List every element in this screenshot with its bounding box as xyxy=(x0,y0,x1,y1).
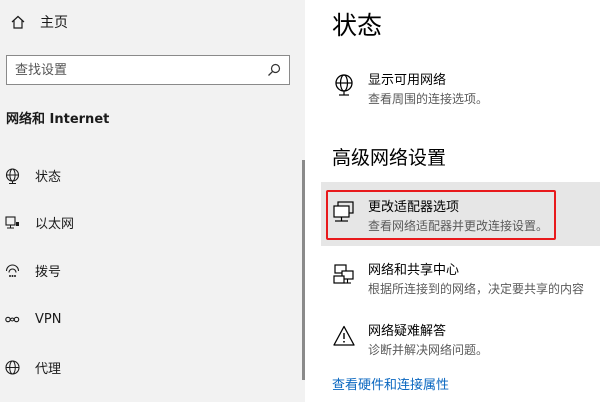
ethernet-icon xyxy=(5,215,19,228)
search-input[interactable] xyxy=(7,61,267,79)
home-label: 主页 xyxy=(40,15,68,31)
sidebar-item-status[interactable]: 状态 xyxy=(4,163,61,187)
sidebar-item-dialup[interactable]: 拨号 xyxy=(4,258,61,282)
globe-icon xyxy=(5,359,20,375)
sidebar: 主页 网络和 Internet 状态 以太网 xyxy=(0,0,305,402)
troubleshooter-desc: 诊断并解决网络问题。 xyxy=(368,343,489,357)
sharing-center-item[interactable]: 网络和共享中心 根据所连接到的网络，决定要共享的内容 xyxy=(332,261,584,298)
sidebar-item-vpn[interactable]: VPN xyxy=(4,307,61,331)
advanced-settings-heading: 高级网络设置 xyxy=(332,147,447,169)
sharing-center-title: 网络和共享中心 xyxy=(368,263,460,278)
globe-icon xyxy=(335,74,353,96)
page-title: 状态 xyxy=(332,11,383,40)
search-icon[interactable] xyxy=(267,63,281,77)
troubleshooter-title: 网络疑难解答 xyxy=(368,324,447,339)
vpn-icon xyxy=(5,316,20,322)
sidebar-scrollbar[interactable] xyxy=(302,160,305,380)
sidebar-section-label: 网络和 Internet xyxy=(6,112,110,127)
sidebar-item-label: VPN xyxy=(35,311,62,327)
warning-icon xyxy=(333,325,355,346)
home-icon xyxy=(11,15,25,29)
sidebar-item-proxy[interactable]: 代理 xyxy=(4,355,61,379)
sidebar-item-label: 以太网 xyxy=(35,216,75,232)
sidebar-item-label: 代理 xyxy=(35,361,62,377)
sharing-center-icon xyxy=(333,264,354,284)
sidebar-item-label: 拨号 xyxy=(35,264,62,280)
show-networks-item[interactable]: 显示可用网络 查看周围的连接选项。 xyxy=(332,71,488,108)
troubleshooter-item[interactable]: 网络疑难解答 诊断并解决网络问题。 xyxy=(332,322,488,359)
dialup-icon xyxy=(5,263,20,277)
sharing-center-desc: 根据所连接到的网络，决定要共享的内容 xyxy=(368,282,585,296)
show-networks-desc: 查看周围的连接选项。 xyxy=(368,92,489,106)
sidebar-item-ethernet[interactable]: 以太网 xyxy=(4,210,74,234)
hardware-properties-link[interactable]: 查看硬件和连接属性 xyxy=(332,374,449,393)
sidebar-item-label: 状态 xyxy=(35,169,62,185)
highlight-annotation-box xyxy=(326,190,556,240)
search-box[interactable] xyxy=(6,55,290,85)
home-button[interactable]: 主页 xyxy=(10,10,68,34)
show-networks-title: 显示可用网络 xyxy=(368,73,447,88)
globe-icon xyxy=(5,167,20,184)
